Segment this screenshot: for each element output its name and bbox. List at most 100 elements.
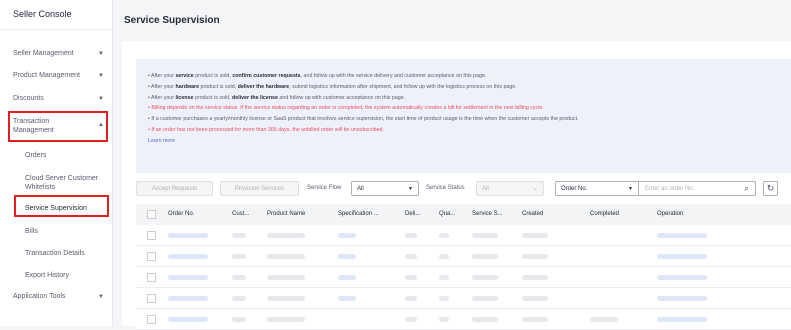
service-flow-label: Service Flow	[307, 185, 342, 191]
column-header-quantity[interactable]: Qua...	[439, 211, 455, 217]
redacted-cell	[267, 275, 305, 280]
row-checkbox[interactable]	[147, 294, 156, 303]
column-header-delivery[interactable]: Deli...	[405, 211, 420, 217]
notice-line: • After your hardware product is sold, d…	[148, 83, 517, 90]
redacted-cell	[439, 296, 449, 301]
redacted-cell	[405, 233, 417, 238]
content-card: • After your service product is sold, co…	[122, 41, 791, 330]
table-row[interactable]	[136, 225, 791, 246]
redacted-cell	[232, 254, 246, 259]
sidebar-item-product-management[interactable]: Product Management ▼	[13, 72, 104, 79]
redacted-cell	[472, 254, 498, 259]
redacted-cell	[657, 275, 707, 280]
refresh-button[interactable]: ↻	[763, 181, 778, 196]
chevron-down-icon: ▼	[98, 50, 104, 57]
redacted-cell	[267, 233, 305, 238]
redacted-cell	[232, 317, 246, 322]
chevron-down-icon: ⌄	[532, 186, 538, 192]
redacted-cell	[168, 254, 208, 259]
learn-more-link[interactable]: Learn more	[148, 138, 175, 144]
redacted-cell	[168, 317, 208, 322]
search-icon[interactable]: ⌕	[744, 183, 749, 194]
redacted-cell	[522, 317, 548, 322]
redacted-cell	[657, 233, 707, 238]
redacted-cell	[168, 296, 208, 301]
redacted-cell	[657, 296, 707, 301]
chevron-down-icon: ▼	[98, 293, 104, 300]
sidebar-subitem-export-history[interactable]: Export History	[25, 271, 69, 280]
sidebar-item-seller-management[interactable]: Seller Management ▼	[13, 50, 104, 57]
redacted-cell	[522, 275, 548, 280]
table-header: Order No. Cust... Product Name Specifica…	[136, 204, 791, 225]
redacted-cell	[232, 233, 246, 238]
service-status-label: Service Status	[426, 185, 465, 191]
notice-line-billing: • Billing depends on the service status.…	[148, 105, 544, 112]
chevron-down-icon: ▼	[628, 185, 633, 192]
notice-line: • After your service product is sold, co…	[148, 73, 487, 79]
highlight-box-transaction-management	[8, 111, 108, 142]
redacted-cell	[338, 233, 356, 238]
select-all-checkbox[interactable]	[147, 210, 156, 219]
row-checkbox[interactable]	[147, 252, 156, 261]
column-header-customer[interactable]: Cust...	[232, 211, 249, 217]
main-content: Service Supervision • After your service…	[113, 0, 791, 330]
redacted-cell	[590, 317, 618, 322]
column-header-service-status[interactable]: Service S...	[472, 211, 503, 217]
sidebar-item-label: Seller Management	[13, 50, 74, 57]
redacted-cell	[232, 275, 246, 280]
column-header-created[interactable]: Created	[522, 211, 543, 217]
sidebar-subitem-whitelists[interactable]: Cloud Server Customer Whitelists	[25, 174, 105, 192]
redacted-cell	[232, 296, 246, 301]
sidebar-subitem-transaction-details[interactable]: Transaction Details	[25, 249, 85, 258]
column-header-product-name[interactable]: Product Name	[267, 211, 305, 217]
order-search-input[interactable]: Enter an order No. ⌕	[639, 181, 756, 196]
chevron-down-icon: ▼	[98, 72, 104, 79]
redacted-cell	[657, 254, 707, 259]
redacted-cell	[439, 317, 449, 322]
service-status-select[interactable]: All ⌄	[476, 181, 544, 196]
accept-requests-button[interactable]: Accept Requests	[136, 181, 213, 196]
redacted-cell	[405, 254, 417, 259]
redacted-cell	[267, 317, 305, 322]
sidebar-item-label: Application Tools	[13, 293, 66, 300]
sidebar-item-label: Discounts	[13, 95, 44, 102]
table-row[interactable]	[136, 246, 791, 267]
redacted-cell	[472, 233, 498, 238]
row-checkbox[interactable]	[147, 231, 156, 240]
redacted-cell	[657, 317, 707, 322]
sidebar-item-label: Product Management	[13, 72, 80, 79]
row-checkbox[interactable]	[147, 273, 156, 282]
sidebar: Seller Console Seller Management ▼ Produ…	[0, 0, 113, 326]
service-flow-select[interactable]: All ▼	[351, 181, 419, 196]
refresh-icon: ↻	[766, 183, 775, 193]
search-field-select[interactable]: Order No. ▼	[555, 181, 639, 196]
notice-panel: • After your service product is sold, co…	[136, 59, 791, 173]
chevron-down-icon: ▼	[98, 95, 104, 102]
redacted-cell	[522, 296, 548, 301]
redacted-cell	[338, 254, 356, 259]
table-row[interactable]	[136, 288, 791, 309]
redacted-cell	[439, 233, 449, 238]
sidebar-title: Seller Console	[0, 0, 112, 30]
sidebar-item-application-tools[interactable]: Application Tools ▼	[13, 293, 104, 300]
table-row[interactable]	[136, 309, 791, 330]
row-checkbox[interactable]	[147, 315, 156, 324]
redacted-cell	[267, 296, 305, 301]
sidebar-item-discounts[interactable]: Discounts ▼	[13, 95, 104, 102]
table-row[interactable]	[136, 267, 791, 288]
column-header-order-no[interactable]: Order No.	[168, 211, 194, 217]
redacted-cell	[168, 275, 208, 280]
redacted-cell	[472, 275, 498, 280]
redacted-cell	[405, 275, 417, 280]
toolbar: Accept Requests Provision Services Servi…	[136, 181, 791, 197]
column-header-completed[interactable]: Completed	[590, 211, 619, 217]
redacted-cell	[472, 296, 498, 301]
redacted-cell	[405, 296, 417, 301]
column-header-operation: Operation	[657, 211, 684, 217]
sidebar-subitem-orders[interactable]: Orders	[25, 151, 46, 160]
sidebar-subitem-bills[interactable]: Bills	[25, 227, 38, 236]
orders-table: Order No. Cust... Product Name Specifica…	[136, 204, 791, 330]
highlight-box-service-supervision	[14, 195, 109, 217]
column-header-specification[interactable]: Specification ...	[338, 211, 379, 217]
provision-services-button[interactable]: Provision Services	[220, 181, 299, 196]
